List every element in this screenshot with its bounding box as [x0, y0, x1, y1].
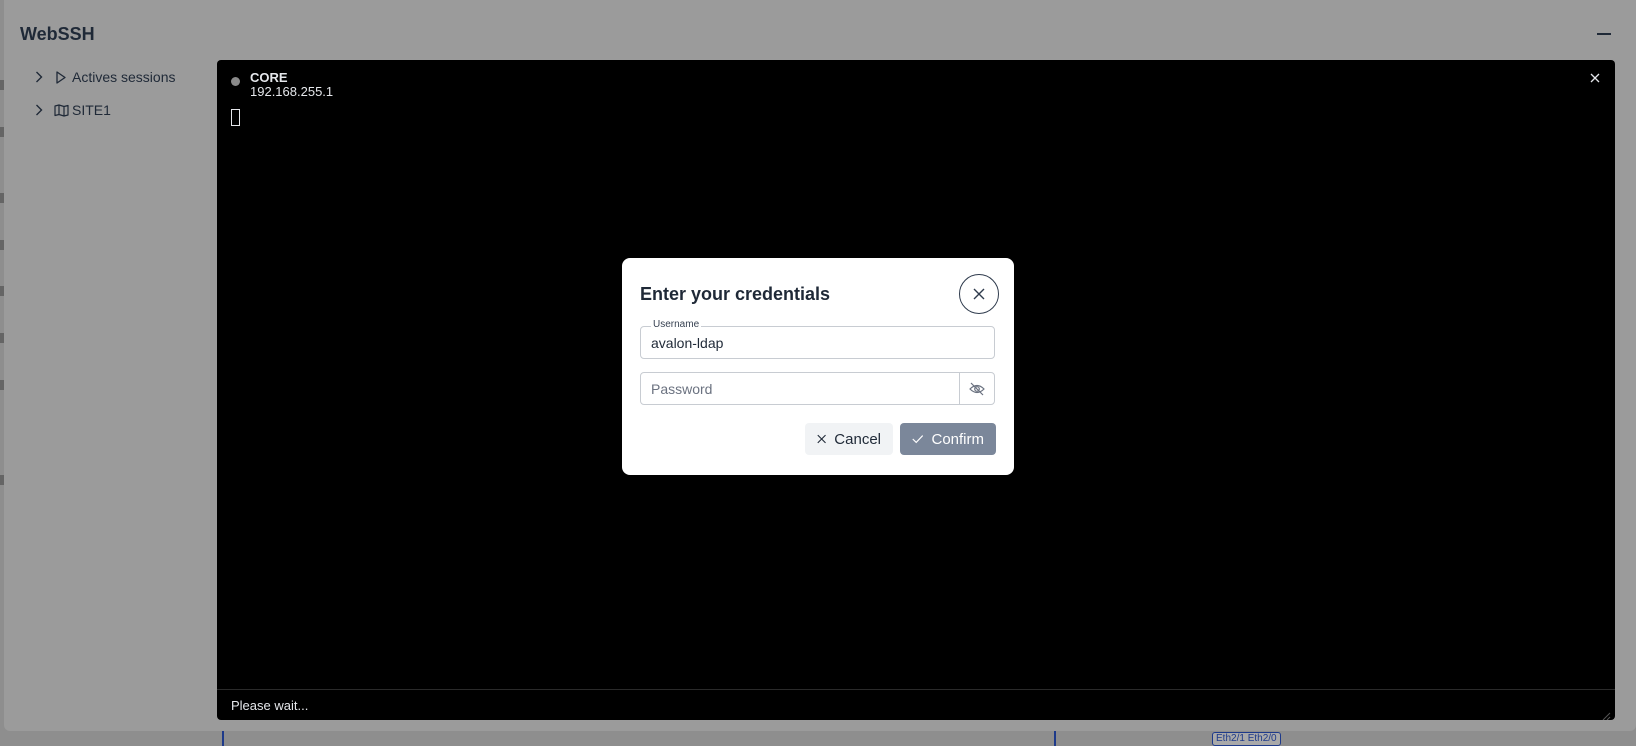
minimize-icon [1597, 33, 1611, 35]
password-field [640, 372, 995, 405]
tree-item-label: Actives sessions [72, 69, 176, 85]
close-icon [817, 434, 826, 444]
tree-item-actives-sessions[interactable]: Actives sessions [30, 66, 175, 88]
dialog-title: Enter your credentials [640, 284, 831, 304]
credentials-dialog: Enter your credentials Username Cancel C… [622, 258, 1014, 475]
close-icon[interactable] [1587, 70, 1603, 86]
session-tree: Actives sessions SITE1 [30, 66, 175, 132]
terminal-header: CORE 192.168.255.1 [231, 66, 333, 99]
chevron-right-icon[interactable] [30, 104, 48, 116]
close-dialog-button[interactable] [959, 274, 999, 314]
check-icon [912, 435, 924, 444]
tree-item-site1[interactable]: SITE1 [30, 99, 175, 121]
play-outline-icon [52, 70, 70, 84]
eye-off-icon [969, 382, 985, 395]
panel-title: WebSSH [20, 24, 95, 44]
resize-handle-icon[interactable] [1601, 708, 1611, 720]
chevron-right-icon[interactable] [30, 71, 48, 83]
confirm-button[interactable]: Confirm [900, 423, 996, 455]
bg-topology-line [1054, 731, 1056, 746]
username-input[interactable] [651, 327, 951, 358]
minimize-button[interactable] [1594, 24, 1614, 44]
host-ip: 192.168.255.1 [250, 84, 334, 99]
connection-status-dot [231, 77, 240, 86]
host-name: CORE [250, 70, 288, 85]
confirm-label: Confirm [931, 430, 984, 448]
username-field: Username [640, 319, 995, 359]
terminal-cursor [231, 109, 240, 126]
cancel-label: Cancel [834, 430, 881, 448]
terminal-status: Please wait... [217, 689, 1615, 720]
password-input[interactable] [651, 373, 951, 404]
toggle-password-visibility-button[interactable] [959, 373, 994, 404]
cancel-button[interactable]: Cancel [805, 423, 893, 455]
bg-topology-line [222, 731, 224, 746]
close-icon [973, 288, 985, 300]
bg-port-label: Eth2/1 Eth2/0 [1212, 732, 1281, 746]
map-icon [52, 103, 70, 117]
tree-item-label: SITE1 [72, 102, 111, 118]
